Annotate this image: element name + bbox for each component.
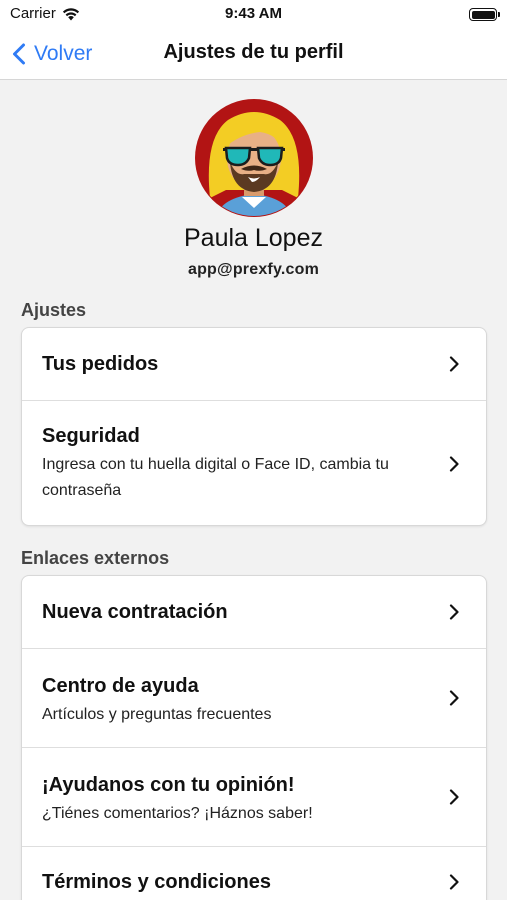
chevron-right-icon [449,789,459,805]
row-seguridad[interactable]: Seguridad Ingresa con tu huella digital … [22,401,486,525]
chevron-right-icon [449,455,459,472]
row-title: Tus pedidos [42,353,159,375]
row-title: Centro de ayuda [42,675,199,697]
battery-icon [469,8,500,21]
avatar-icon[interactable] [194,98,314,218]
row-centro-de-ayuda[interactable]: Centro de ayuda Artículos y preguntas fr… [22,649,486,748]
row-title: Términos y condiciones [42,871,271,893]
row-tus-pedidos[interactable]: Tus pedidos [22,328,486,401]
chevron-right-icon [449,690,459,706]
row-subtitle: Artículos y preguntas frecuentes [42,706,272,723]
chevron-right-icon [449,604,459,620]
row-terminos-condiciones[interactable]: Términos y condiciones [22,847,486,900]
row-title: Seguridad [42,425,140,447]
chevron-right-icon [449,356,459,372]
settings-card: Tus pedidos Seguridad Ingresa con tu hue… [21,327,487,526]
navigation-bar: Volver Ajustes de tu perfil [0,28,507,80]
chevron-right-icon [449,874,459,890]
status-bar: Carrier 9:43 AM [0,0,507,28]
row-nueva-contratacion[interactable]: Nueva contratación [22,576,486,649]
profile-email: app@prexfy.com [187,261,320,278]
section-header-external-links: Enlaces externos [21,548,170,568]
section-header-settings: Ajustes [21,300,87,320]
profile-name: Paula Lopez [183,224,323,252]
row-title: ¡Ayudanos con tu opinión! [42,774,295,796]
external-links-card: Nueva contratación Centro de ayuda Artíc… [21,575,487,900]
row-ayudanos-opinion[interactable]: ¡Ayudanos con tu opinión! ¿Tiénes coment… [22,748,486,847]
row-subtitle: ¿Tiénes comentarios? ¡Háznos saber! [42,805,313,822]
row-title: Nueva contratación [42,601,228,623]
row-subtitle: Ingresa con tu huella digital o Face ID,… [42,456,389,499]
profile-header: Paula Lopez app@prexfy.com [0,80,507,295]
status-time: 9:43 AM [225,5,282,22]
page-title: Ajustes de tu perfil [163,41,344,63]
